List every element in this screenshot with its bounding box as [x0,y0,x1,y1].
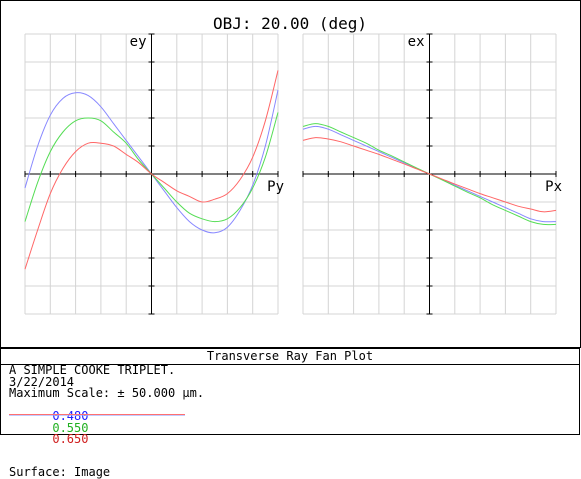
info-panel: Transverse Ray Fan Plot A SIMPLE COOKE T… [0,348,580,478]
wavelength-list: 0.480 0.550 0.650 [9,400,204,458]
max-scale-text: Maximum Scale: ± 50.000 µm. [9,386,205,400]
chart-title: OBJ: 20.00 (deg) [213,14,367,33]
y-axis-label: ex [408,34,425,50]
y-axis-label: ey [130,34,147,50]
surface-text: Surface: Image [9,465,111,479]
legend-underline-2 [9,415,185,416]
x-axis-label: Px [545,179,562,195]
wavelength-3: 0.650 [52,432,89,446]
info-lines: A SIMPLE COOKE TRIPLET. 3/22/2014 Maximu… [9,364,205,479]
x-axis-label: Py [267,179,284,195]
legend-spacer [9,457,204,467]
